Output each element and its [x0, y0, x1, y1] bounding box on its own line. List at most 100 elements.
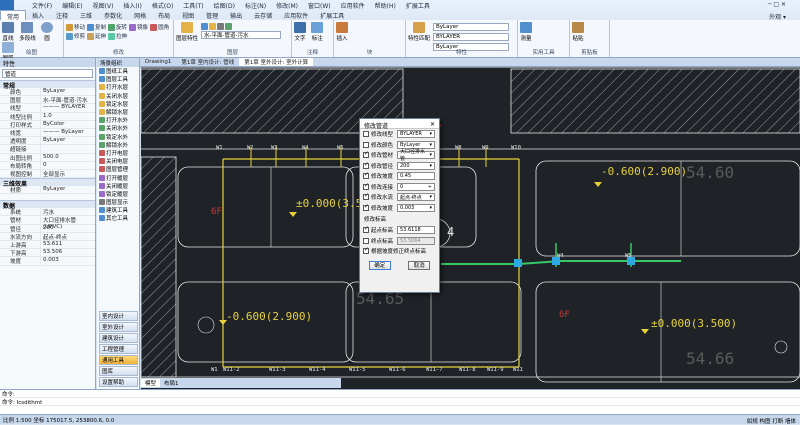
layer-combo[interactable]: 水-平面-管道-污水: [201, 31, 282, 39]
section-3d[interactable]: 三维效果: [0, 178, 95, 188]
tree-item[interactable]: 图层工具: [97, 75, 139, 83]
checkbox[interactable]: [363, 161, 369, 169]
prop-row[interactable]: 图层 水-平面-管道-污水: [0, 96, 95, 105]
prop-row[interactable]: 水流方向 起点-终点: [0, 232, 95, 241]
tab-home[interactable]: 常用: [0, 10, 27, 21]
prop-row[interactable]: 透明度 ByLayer: [0, 137, 95, 146]
menu-item[interactable]: 编辑(E): [62, 1, 82, 10]
section-general[interactable]: 常规: [0, 80, 95, 90]
nav-general-tools[interactable]: 通用工具: [99, 355, 138, 365]
color-combo[interactable]: ByLayer: [433, 23, 510, 31]
menu-item[interactable]: 绘图(D): [214, 1, 235, 10]
linetype-select[interactable]: BYLAYER ▾: [397, 130, 435, 139]
checkbox[interactable]: [363, 203, 369, 211]
window-controls[interactable]: ─ □ ✕: [768, 1, 786, 8]
checkbox[interactable]: [363, 171, 369, 180]
section-data[interactable]: 数据: [0, 200, 95, 210]
tree-item[interactable]: 图层管理: [97, 165, 139, 173]
command-prompt[interactable]: 命令: Icsdithmt: [0, 398, 800, 406]
menu-item[interactable]: 插入(I): [123, 1, 141, 10]
prop-row[interactable]: 管材 大口径排水管(UPVC): [0, 216, 95, 230]
tree-item[interactable]: 解锁水层: [97, 108, 139, 116]
move-button[interactable]: 移动: [66, 23, 85, 31]
prop-row[interactable]: 出图比例 500.0: [0, 153, 95, 162]
checkbox[interactable]: [363, 237, 369, 244]
tab[interactable]: 云存储: [248, 10, 278, 20]
prop-row[interactable]: 材质 ByLayer: [0, 186, 95, 195]
connection-input[interactable]: 0 ÷: [397, 182, 435, 191]
measure-button[interactable]: 测量: [520, 22, 532, 42]
tree-item[interactable]: 建筑工具: [97, 206, 139, 214]
tree-item[interactable]: 图纸工具: [97, 67, 139, 75]
prop-row[interactable]: 视图控制 全部显示: [0, 169, 95, 179]
nav-project-management[interactable]: 工程管理: [99, 344, 138, 354]
nav-library[interactable]: 图库: [99, 366, 138, 376]
layer-iso-icon[interactable]: [225, 23, 233, 30]
tree-item[interactable]: 关闭水层: [97, 92, 139, 100]
doc-tab[interactable]: 第1章 室内设计: 管线: [176, 58, 239, 66]
checkbox[interactable]: [363, 131, 369, 138]
menu-item[interactable]: 视图(V): [93, 1, 114, 10]
menu-item[interactable]: 应用软件: [341, 1, 365, 10]
prop-row[interactable]: 超链接: [0, 145, 95, 154]
linetype-combo[interactable]: BYLAYER: [433, 33, 510, 41]
trim-button[interactable]: 修剪: [66, 32, 85, 40]
material-select[interactable]: 大口径排水管 ▾: [397, 149, 435, 162]
tree-item[interactable]: 图层显示: [97, 198, 139, 206]
object-type-select[interactable]: 管道: [2, 69, 93, 78]
menu-item[interactable]: 扩展工具: [406, 1, 430, 10]
tree-item[interactable]: 打开电层: [97, 149, 139, 157]
tab[interactable]: 扩展工具: [314, 10, 350, 20]
drawing-canvas[interactable]: W1 W2 W3 W4 W5 W6 W7 W8 W9 W10 W1 W11-2 …: [141, 67, 800, 389]
checkbox[interactable]: [363, 182, 369, 190]
nav-outdoor-design[interactable]: 室外设计: [99, 322, 138, 332]
tab[interactable]: 布局: [152, 10, 176, 20]
mirror-button[interactable]: 镜像: [129, 23, 148, 31]
tab[interactable]: 三维: [74, 10, 98, 20]
tab[interactable]: 视图: [176, 10, 200, 20]
tab[interactable]: 输出: [224, 10, 248, 20]
prop-row[interactable]: 上游高 53.611: [0, 241, 95, 250]
checkbox[interactable]: [363, 246, 369, 255]
rotate-button[interactable]: 旋转: [108, 23, 127, 31]
ok-button[interactable]: 确定: [368, 260, 391, 270]
nav-building-design[interactable]: 建筑设计: [99, 333, 138, 343]
menu-item[interactable]: 帮助(H): [375, 1, 396, 10]
checkbox[interactable]: [363, 141, 369, 148]
cancel-button[interactable]: 取消: [408, 260, 431, 270]
menu-item[interactable]: 窗口(W): [308, 1, 331, 10]
paste-button[interactable]: 粘贴: [572, 22, 584, 42]
tree-item[interactable]: 打开水层: [97, 83, 139, 91]
tree-item[interactable]: 锁定水外: [97, 133, 139, 141]
tree-item[interactable]: 锁定水层: [97, 100, 139, 108]
close-icon[interactable]: ✕: [430, 121, 435, 128]
tab[interactable]: 注释: [50, 10, 74, 20]
extend-button[interactable]: 延伸: [87, 32, 106, 40]
prop-row[interactable]: 坡度 0.003: [0, 257, 95, 266]
layer-on-icon[interactable]: [201, 23, 209, 30]
prop-row[interactable]: 颜色 ByLayer: [0, 88, 95, 97]
tree-item[interactable]: 打开暖层: [97, 173, 139, 182]
tree-item[interactable]: 关闭电层: [97, 157, 139, 165]
menu-item[interactable]: 格式(O): [152, 1, 173, 10]
layer-freeze-icon[interactable]: [209, 23, 217, 30]
copy-button[interactable]: 复制: [87, 23, 106, 31]
tab[interactable]: 网格: [128, 10, 152, 20]
layer-lock-icon[interactable]: [217, 23, 225, 30]
tab[interactable]: 插入: [26, 10, 50, 20]
diameter-select[interactable]: 200 ▾: [397, 161, 435, 170]
checkbox[interactable]: [363, 192, 369, 201]
tab-layout1[interactable]: 布局1: [160, 379, 183, 387]
prop-row[interactable]: 布局转角 0: [0, 161, 95, 170]
dimension-button[interactable]: 标注: [311, 22, 324, 42]
command-line[interactable]: 命令: 命令: Icsdithmt: [0, 389, 800, 414]
text-button[interactable]: 文字: [294, 22, 306, 42]
app-logo[interactable]: [0, 0, 14, 10]
nav-indoor-design[interactable]: 室内设计: [99, 311, 138, 321]
circle-tool[interactable]: 圆: [40, 22, 53, 42]
stretch-button[interactable]: 拉伸: [108, 32, 127, 40]
layer-properties-button[interactable]: 图层特性: [176, 22, 198, 42]
doc-tab[interactable]: Drawing1: [140, 59, 176, 65]
prop-row[interactable]: 线型 ——— BYLAYER: [0, 104, 95, 113]
doc-tab-active[interactable]: 第1章 室外设计: 室外计算: [239, 58, 314, 66]
